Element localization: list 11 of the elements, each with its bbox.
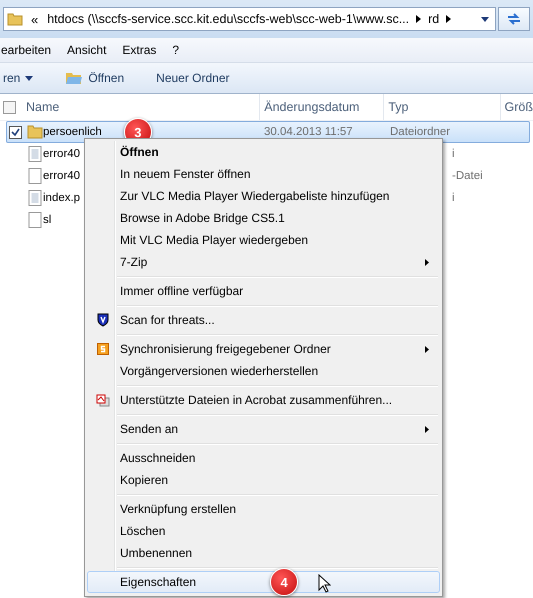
file-name: index.p <box>43 192 80 204</box>
type-cell: i <box>452 192 455 204</box>
file-name: sl <box>43 214 52 226</box>
type-cell: i <box>452 148 455 160</box>
date-cell: 30.04.2013 11:57 <box>264 126 353 138</box>
step-badge: 4 <box>270 568 298 596</box>
type-cell: Dateiordner <box>390 126 450 138</box>
type-cell: -Datei <box>452 170 483 182</box>
file-name: persoenlich <box>43 126 102 138</box>
file-name: error40 <box>43 170 80 182</box>
file-name: error40 <box>43 148 80 160</box>
